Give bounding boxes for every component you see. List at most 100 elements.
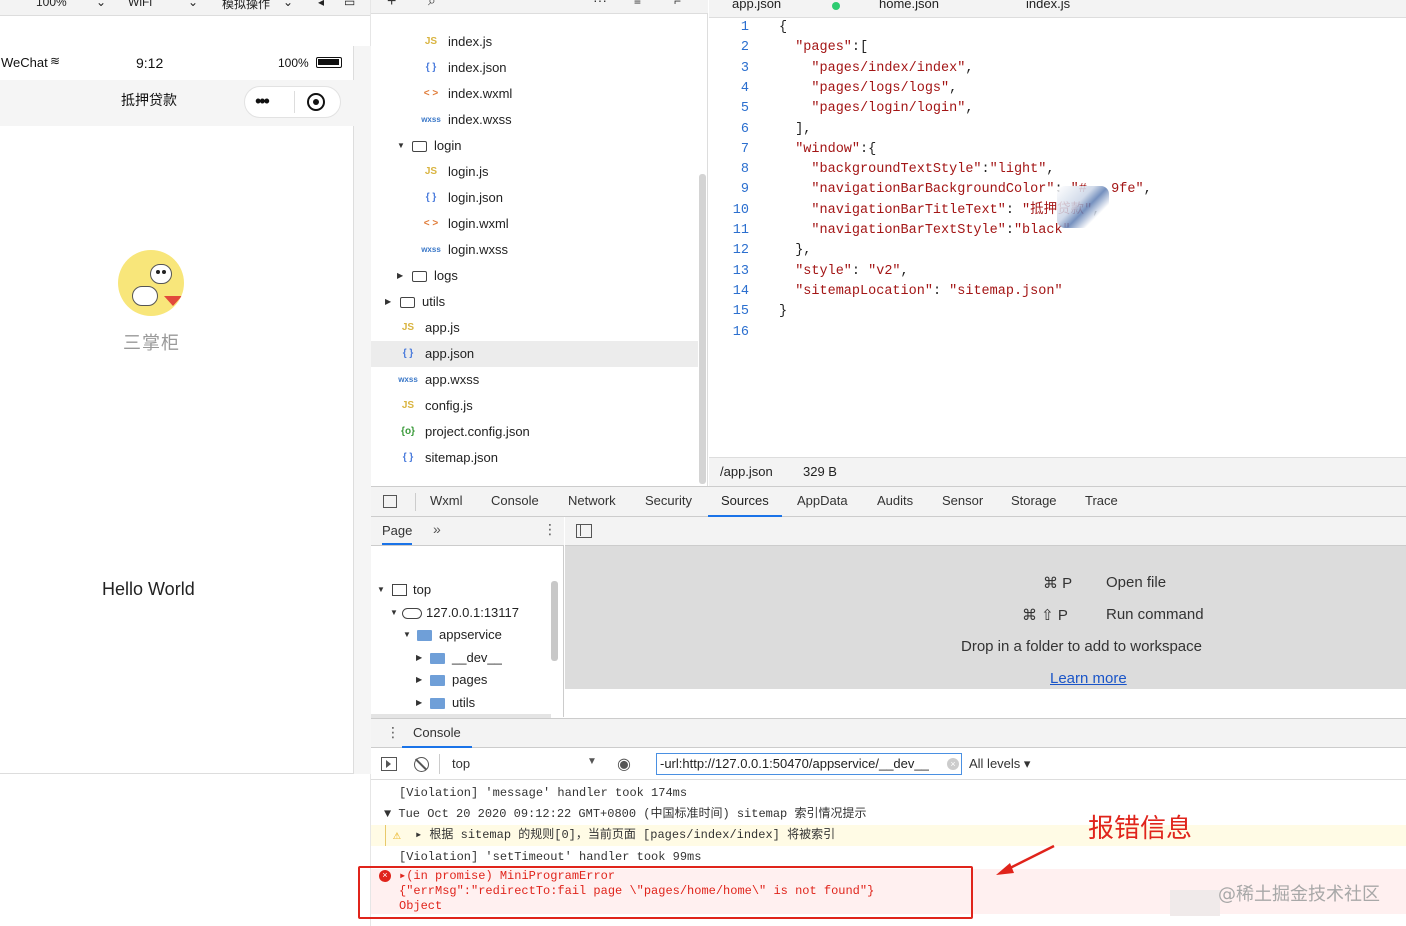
- search-icon[interactable]: ⌕: [428, 0, 436, 9]
- chevron-right-icon[interactable]: ▶: [385, 289, 391, 315]
- navigator-item[interactable]: ▼ 127.0.0.1:13117: [371, 602, 551, 624]
- file-tree-item[interactable]: { } index.json: [371, 55, 698, 81]
- code-line[interactable]: 16: [709, 323, 1406, 343]
- file-tree-item[interactable]: JS config.js: [371, 393, 698, 419]
- file-tree-item[interactable]: JS app.js: [371, 315, 698, 341]
- simulate-action-select[interactable]: 模拟操作: [222, 0, 270, 12]
- file-tree-item[interactable]: wxss login.wxss: [371, 237, 698, 263]
- drawer-menu-icon[interactable]: ⋮: [386, 724, 400, 741]
- code-line[interactable]: 8 "backgroundTextStyle":"light",: [709, 160, 1406, 180]
- code-line[interactable]: 15}: [709, 302, 1406, 322]
- navigator-item-label: 127.0.0.1:13117: [426, 604, 520, 620]
- console-message[interactable]: ▼ Tue Oct 20 2020 09:12:22 GMT+0800 (中国标…: [371, 804, 1406, 825]
- chevron-down-icon[interactable]: ⌄: [188, 0, 198, 9]
- close-miniprogram-icon[interactable]: [307, 93, 325, 111]
- navigator-item[interactable]: ▼ top: [371, 579, 551, 601]
- chevron-right-icon[interactable]: ▶: [416, 669, 422, 691]
- context-dropdown-icon[interactable]: ▼: [587, 756, 597, 767]
- navigator-tab-page[interactable]: Page: [382, 523, 413, 545]
- editor-tab-home-json[interactable]: home.json: [879, 0, 939, 11]
- file-tree-item[interactable]: ▶ logs: [371, 263, 698, 289]
- speaker-icon[interactable]: ◂: [318, 0, 324, 9]
- window-icon[interactable]: ▭: [344, 0, 355, 9]
- line-number: 7: [740, 141, 749, 157]
- chevron-down-icon[interactable]: ⌄: [283, 0, 293, 9]
- chevron-down-icon[interactable]: ▼: [377, 579, 385, 601]
- code-line[interactable]: 1{: [709, 18, 1406, 38]
- devtools-tab-storage[interactable]: Storage: [1011, 487, 1057, 517]
- drop-folder-hint: Drop in a folder to add to workspace: [961, 638, 1202, 655]
- navigator-item[interactable]: ▶ __dev__: [371, 647, 551, 669]
- code-line[interactable]: 3 "pages/index/index",: [709, 59, 1406, 79]
- toggle-navigator-icon[interactable]: [576, 524, 592, 538]
- navigator-vscrollbar[interactable]: [551, 581, 558, 661]
- file-tree-item[interactable]: {o} project.config.json: [371, 419, 698, 445]
- explorer-scrollbar[interactable]: [699, 174, 706, 484]
- file-tree-item[interactable]: { } app.json: [371, 341, 698, 367]
- code-line[interactable]: 2 "pages":[: [709, 38, 1406, 58]
- code-line[interactable]: 5 "pages/login/login",: [709, 99, 1406, 119]
- file-tree-item[interactable]: JS index.js: [371, 29, 698, 55]
- code-line[interactable]: 14 "sitemapLocation": "sitemap.json": [709, 282, 1406, 302]
- devtools-tab-sensor[interactable]: Sensor: [942, 487, 983, 517]
- zoom-select[interactable]: 100%: [36, 0, 67, 9]
- chevron-right-icon[interactable]: ▶: [416, 647, 422, 669]
- split-icon[interactable]: ⌐: [674, 0, 681, 8]
- devtools-tab-wxml[interactable]: Wxml: [430, 487, 463, 517]
- devtools-tab-audits[interactable]: Audits: [877, 487, 913, 517]
- navigator-item[interactable]: ▶ utils: [371, 692, 551, 714]
- file-tree-item[interactable]: ▶ utils: [371, 289, 698, 315]
- file-tree-item[interactable]: { } login.json: [371, 185, 698, 211]
- context-select[interactable]: top: [452, 756, 470, 771]
- drawer-tab-console[interactable]: Console: [402, 719, 472, 748]
- code-line[interactable]: 12 },: [709, 241, 1406, 261]
- chevron-down-icon[interactable]: ▼: [390, 602, 398, 624]
- log-levels-select[interactable]: All levels ▾: [969, 756, 1030, 772]
- file-tree-item[interactable]: < > login.wxml: [371, 211, 698, 237]
- line-number: 6: [740, 121, 749, 137]
- clear-filter-icon[interactable]: ×: [947, 758, 959, 770]
- devtools-tab-trace[interactable]: Trace: [1085, 487, 1118, 517]
- devtools-tab-appdata[interactable]: AppData: [797, 487, 848, 517]
- file-tree-item[interactable]: ▼ login: [371, 133, 698, 159]
- chevron-right-icon[interactable]: ▶: [416, 692, 422, 714]
- collapse-icon[interactable]: ≡: [634, 0, 641, 8]
- navigator-item[interactable]: ▶ pages: [371, 669, 551, 691]
- console-filter-input[interactable]: -url:http://127.0.0.1:50470/appservice/_…: [656, 753, 962, 775]
- code-line[interactable]: 4 "pages/logs/logs",: [709, 79, 1406, 99]
- inspect-element-icon[interactable]: [383, 495, 397, 508]
- learn-more-link[interactable]: Learn more: [1050, 670, 1127, 687]
- code-line[interactable]: 7 "window":{: [709, 140, 1406, 160]
- navigator-item[interactable]: ▼ appservice: [371, 624, 551, 646]
- add-file-icon[interactable]: +: [387, 0, 396, 11]
- devtools-tab-sources[interactable]: Sources: [708, 487, 782, 517]
- devtools-tab-console[interactable]: Console: [491, 487, 539, 517]
- file-tree-item[interactable]: wxss app.wxss: [371, 367, 698, 393]
- editor-tab-app-json[interactable]: app.json: [732, 0, 781, 11]
- file-tree-item[interactable]: { } sitemap.json: [371, 445, 698, 471]
- chevron-down-icon[interactable]: ▼: [403, 624, 411, 646]
- editor-tab-index-js[interactable]: index.js: [1026, 0, 1070, 11]
- chevron-down-icon[interactable]: ▼: [397, 133, 405, 159]
- chevron-down-icon[interactable]: ⌄: [96, 0, 106, 9]
- code-line[interactable]: 13 "style": "v2",: [709, 262, 1406, 282]
- devtools-tab-network[interactable]: Network: [568, 487, 616, 517]
- file-tree-item[interactable]: < > index.wxml: [371, 81, 698, 107]
- network-select[interactable]: WiFi: [128, 0, 152, 9]
- console-message[interactable]: [Violation] 'message' handler took 174ms: [371, 783, 1406, 804]
- file-tree-item[interactable]: wxss index.wxss: [371, 107, 698, 133]
- console-message[interactable]: ⚠ ▸ 根据 sitemap 的规则[0]，当前页面 [pages/index/i…: [371, 825, 1406, 846]
- show-sidebar-icon[interactable]: [381, 757, 397, 771]
- devtools-tab-security[interactable]: Security: [645, 487, 692, 517]
- file-tree-item[interactable]: JS login.js: [371, 159, 698, 185]
- console-message[interactable]: [Violation] 'setTimeout' handler took 99…: [371, 847, 1406, 868]
- clear-console-icon[interactable]: [414, 757, 429, 772]
- eye-icon[interactable]: ◉: [617, 754, 631, 774]
- file-tree-item-label: index.json: [448, 60, 507, 75]
- chevron-right-icon[interactable]: ▶: [397, 263, 403, 289]
- more-dots-icon[interactable]: •••: [255, 91, 270, 112]
- kebab-menu-icon[interactable]: ⋮: [543, 521, 557, 538]
- code-line[interactable]: 6 ],: [709, 120, 1406, 140]
- more-icon[interactable]: ···: [593, 0, 607, 8]
- more-tabs-icon[interactable]: »: [433, 521, 441, 537]
